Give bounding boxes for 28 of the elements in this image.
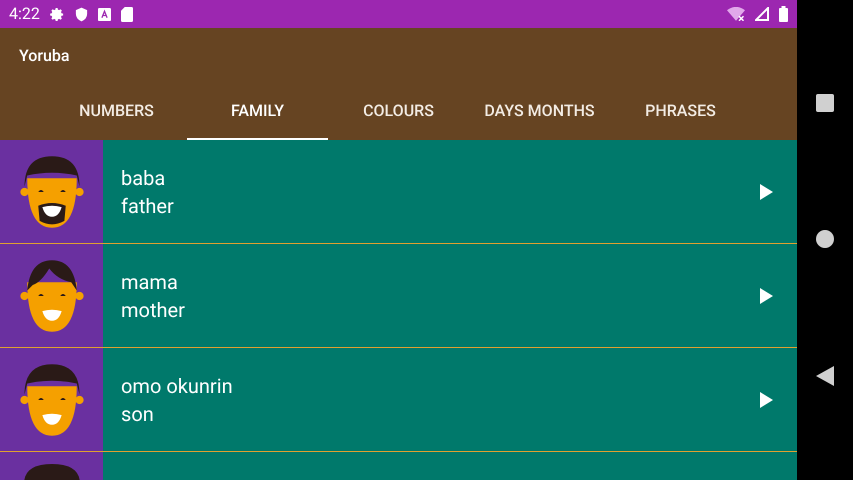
- yoruba-word: baba: [121, 164, 166, 192]
- tab[interactable]: PHRASES: [610, 84, 751, 140]
- word-row[interactable]: omo okunrin son: [0, 348, 797, 452]
- word-row[interactable]: mama mother: [0, 244, 797, 348]
- play-icon[interactable]: [760, 288, 773, 304]
- tab[interactable]: NUMBERS: [46, 84, 187, 140]
- english-word: mother: [121, 296, 186, 324]
- wifi-icon: [727, 7, 745, 21]
- home-icon[interactable]: [816, 230, 834, 248]
- battery-icon: [779, 6, 788, 22]
- app-title: Yoruba: [19, 45, 70, 67]
- shield-icon: [74, 6, 88, 22]
- yoruba-word: omo okunrin: [121, 372, 234, 400]
- sd-card-icon: [120, 6, 133, 22]
- tab[interactable]: DAYS MONTHS: [469, 84, 610, 140]
- english-word: father: [121, 192, 175, 220]
- play-icon[interactable]: [760, 184, 773, 200]
- status-time: 4:22: [9, 3, 40, 25]
- hair-icon: [24, 464, 80, 480]
- play-icon[interactable]: [760, 392, 773, 408]
- settings-icon: [50, 6, 65, 22]
- yoruba-word: mama: [121, 268, 179, 296]
- word-row[interactable]: baba father: [0, 140, 797, 244]
- tab[interactable]: COLOURS: [328, 84, 469, 140]
- app-letter-icon: [98, 8, 111, 20]
- english-word: son: [121, 400, 155, 428]
- back-icon[interactable]: [816, 366, 834, 386]
- signal-icon: [755, 7, 769, 21]
